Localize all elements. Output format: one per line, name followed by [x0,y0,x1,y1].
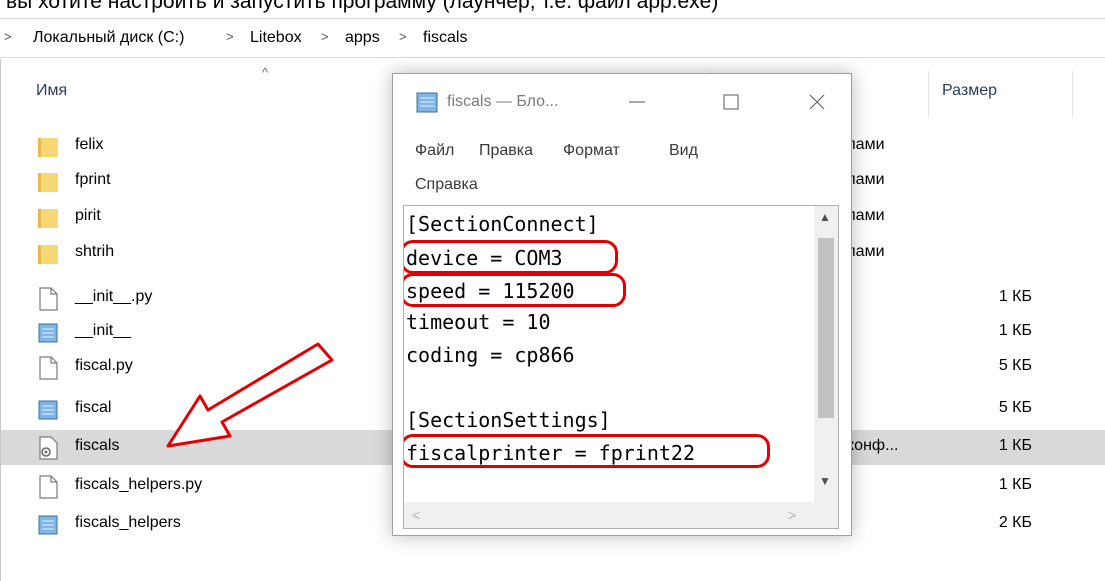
blank-file-icon [39,475,58,499]
minimize-icon[interactable] [615,84,659,120]
text-line: timeout = 10 [406,310,551,334]
file-name: fiscals_helpers.py [75,476,203,493]
blank-file-icon [39,287,58,311]
file-name: fiscal.py [75,357,133,374]
column-divider[interactable] [1072,71,1073,117]
file-name: fiscal [75,399,112,416]
notepad-file-icon [38,323,58,343]
chevron-right-icon: > [321,29,329,44]
notepad-file-icon [38,400,58,420]
window-title: fiscals — Бло... [447,93,559,110]
sort-ascending-icon: ^ [262,65,269,80]
breadcrumb-apps[interactable]: apps [345,29,380,47]
file-size: 5 КБ [998,357,1032,374]
file-type: конф... [847,437,899,454]
scroll-down-icon[interactable]: ▼ [819,474,831,488]
menu-format[interactable]: Формат [563,142,620,160]
file-type: пами [847,243,885,260]
scrollbar-thumb[interactable] [818,238,834,418]
vertical-scrollbar[interactable]: ▲ ▼ [814,206,838,502]
red-arrow-annotation [166,342,334,448]
cropped-top-text: вы хотите настроить и запустить программ… [0,0,1105,18]
text-line: coding = cp866 [406,343,575,367]
file-size: 1 КБ [998,437,1032,454]
file-type: пами [847,171,885,188]
speed-highlight [404,273,626,307]
fiscalprinter-highlight [404,434,770,468]
file-name: shtrih [75,243,115,260]
column-size-header[interactable]: Размер [942,82,997,100]
scroll-up-icon[interactable]: ▲ [819,210,831,224]
notepad-titlebar[interactable]: fiscals — Бло... [393,74,851,130]
column-divider[interactable] [928,71,929,117]
notepad-text-area[interactable]: [SectionConnect] device = COM3 speed = 1… [403,205,839,529]
file-type: пами [847,136,885,153]
folder-icon [38,209,58,228]
blank-file-icon [39,356,58,380]
notepad-menubar: Файл Правка Формат Вид Справка [393,130,851,204]
breadcrumb-fiscals[interactable]: fiscals [423,29,467,47]
folder-icon [38,173,58,192]
file-name: fiscals [75,437,120,454]
file-size: 1 КБ [998,288,1032,305]
file-name: fprint [75,171,111,188]
breadcrumb-litebox[interactable]: Litebox [250,29,302,47]
text-line: [SectionConnect] [406,212,599,236]
close-icon[interactable] [795,84,839,120]
text-line: [SectionSettings] [406,408,611,432]
file-size: 5 КБ [998,399,1032,416]
top-strip-text: вы хотите настроить и запустить программ… [6,0,719,13]
resize-grip-icon[interactable] [814,502,838,528]
notepad-window[interactable]: fiscals — Бло... Файл Правка Формат Вид … [392,73,852,536]
menu-view[interactable]: Вид [669,142,698,160]
horizontal-scrollbar[interactable]: < > [404,502,814,528]
file-name: __init__.py [75,288,153,305]
folder-icon [38,138,58,157]
file-size: 2 КБ [998,514,1032,531]
scroll-left-icon[interactable]: < [412,507,420,523]
file-size: 1 КБ [998,322,1032,339]
settings-file-icon [39,436,58,460]
menu-file[interactable]: Файл [415,142,454,160]
folder-icon [38,245,58,264]
scroll-right-icon[interactable]: > [788,507,796,523]
device-highlight [404,240,618,274]
file-name: pirit [75,207,101,224]
file-type: пами [847,207,885,224]
file-name: felix [75,136,104,153]
chevron-right-icon: > [399,29,407,44]
file-name: fiscals_helpers [75,514,181,531]
chevron-right-icon: > [226,29,234,44]
column-name-header[interactable]: Имя [36,82,67,100]
notepad-file-icon [38,515,58,535]
breadcrumb-local-disk[interactable]: Локальный диск (C:) [33,29,184,47]
file-name: __init__ [75,322,132,339]
chevron-right-icon: > [4,29,12,44]
notepad-icon [416,92,438,113]
address-bar[interactable]: > Локальный диск (C:) > Litebox > apps >… [0,18,1105,58]
menu-edit[interactable]: Правка [479,142,533,160]
maximize-icon[interactable] [709,84,753,120]
file-size: 1 КБ [998,476,1032,493]
menu-help[interactable]: Справка [415,176,478,194]
